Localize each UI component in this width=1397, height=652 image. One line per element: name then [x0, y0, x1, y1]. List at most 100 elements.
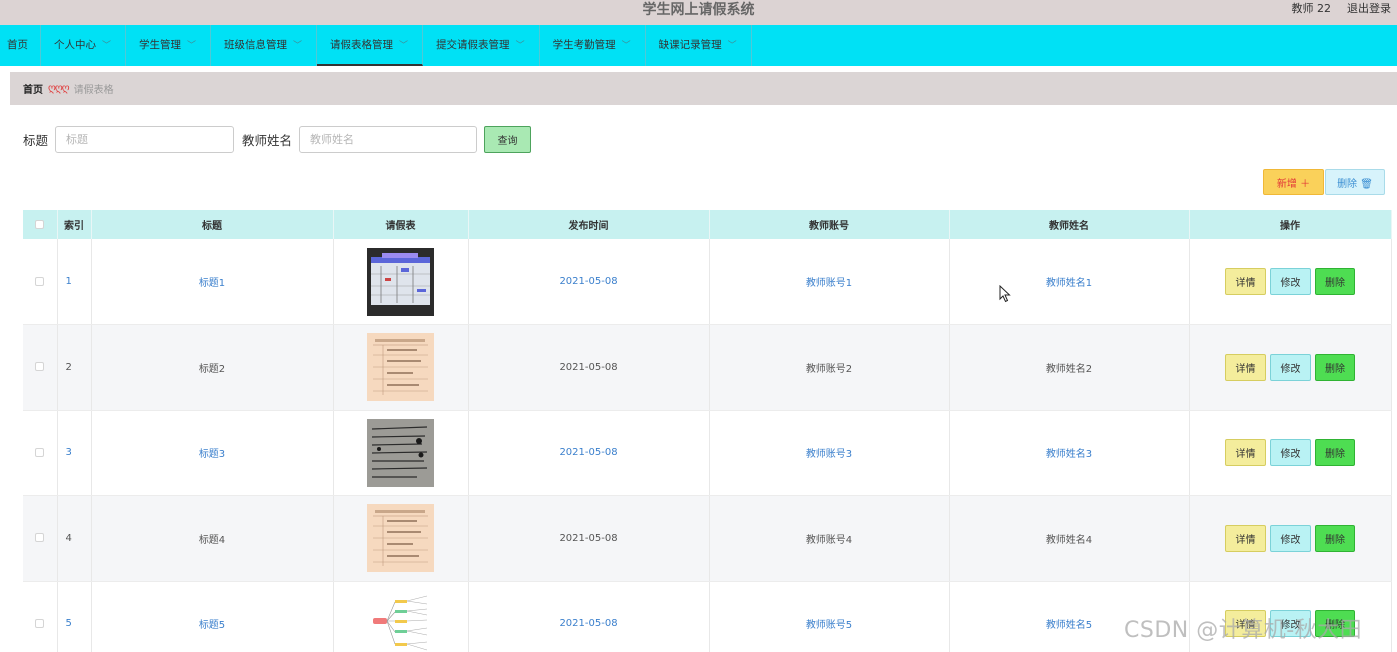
row-index: 5 — [57, 581, 92, 652]
nav-item-student-management[interactable]: 学生管理 ﹀ — [126, 25, 212, 66]
delete-button[interactable]: 删除 — [1315, 439, 1355, 467]
row-checkbox[interactable] — [35, 533, 45, 543]
batch-delete-button[interactable]: 删除 🗑 — [1325, 169, 1385, 195]
add-button[interactable]: 新增 ＋ — [1263, 169, 1324, 195]
row-index: 3 — [57, 410, 92, 496]
row-publish-time: 2021-05-08 — [468, 581, 710, 652]
logout-link[interactable]: 退出登录 — [1347, 0, 1391, 18]
row-operations: 详情 修改 删除 — [1189, 410, 1392, 496]
nav-item-label: 个人中心 — [54, 39, 96, 51]
title-input[interactable] — [55, 126, 235, 153]
title-label: 标题 — [23, 133, 49, 148]
detail-button[interactable]: 详情 — [1225, 524, 1266, 552]
leave-form-thumbnail[interactable] — [367, 333, 434, 402]
edit-button[interactable]: 修改 — [1270, 439, 1311, 467]
row-select-cell[interactable] — [23, 581, 58, 652]
leave-form-thumbnail[interactable] — [367, 504, 434, 573]
nav-item-attendance-management[interactable]: 学生考勤管理 ﹀ — [540, 25, 646, 66]
table-row: 2 标题2 2021-05-08 教师账号2 教师姓名2 详情 修改 删除 — [23, 324, 1392, 411]
row-select-cell[interactable] — [23, 410, 58, 496]
chevron-down-icon: ﹀ — [727, 41, 737, 51]
watermark: CSDN @计算机-秋大田 — [1124, 618, 1363, 643]
breadcrumb-current: 请假表格 — [73, 85, 114, 96]
teacher-name-input[interactable] — [299, 126, 478, 153]
chevron-down-icon: ﹀ — [293, 41, 303, 51]
row-select-cell[interactable] — [23, 495, 58, 582]
row-operations: 详情 修改 删除 — [1189, 495, 1392, 582]
select-all-checkbox[interactable] — [35, 219, 45, 229]
row-teacher-account: 教师账号1 — [709, 239, 950, 325]
edit-button[interactable]: 修改 — [1270, 524, 1311, 552]
row-teacher-name: 教师姓名2 — [949, 324, 1190, 411]
row-index: 1 — [57, 239, 92, 325]
column-header-leave-form: 请假表 — [333, 210, 469, 239]
row-index: 4 — [57, 495, 92, 582]
chevron-down-icon: ﹀ — [102, 41, 112, 51]
row-teacher-account: 教师账号3 — [709, 410, 950, 496]
breadcrumb-home[interactable]: 首页 — [23, 81, 43, 96]
leave-form-table: 索引 标题 请假表 发布时间 教师账号 教师姓名 操作 1 标题1 2021-0… — [23, 210, 1392, 652]
nav-item-personal-center[interactable]: 个人中心 ﹀ — [41, 25, 127, 66]
table-row: 4 标题4 2021-05-08 教师账号4 教师姓名4 详情 修改 删除 — [23, 495, 1392, 582]
nav-item-label: 学生考勤管理 — [552, 39, 616, 51]
current-user: 教师 22 — [1291, 2, 1332, 15]
title-bar: 学生网上请假系统 教师 22 退出登录 — [0, 0, 1397, 25]
edit-button[interactable]: 修改 — [1270, 268, 1311, 295]
leave-form-thumbnail[interactable] — [367, 247, 434, 316]
delete-button[interactable]: 删除 — [1315, 353, 1355, 381]
leave-form-thumbnail[interactable] — [367, 418, 434, 487]
query-button[interactable]: 查询 — [484, 126, 532, 153]
nav-item-submit-leave-management[interactable]: 提交请假表管理 ﹀ — [423, 25, 540, 66]
column-header-index: 索引 — [57, 210, 92, 239]
delete-button[interactable]: 删除 — [1315, 524, 1355, 552]
row-select-cell[interactable] — [23, 239, 58, 325]
top-nav: 首页 个人中心 ﹀ 学生管理 ﹀ 班级信息管理 ﹀ 请假表格管理 ﹀ 提交请假表管理 ﹀ … — [0, 25, 1397, 66]
row-select-cell[interactable] — [23, 324, 58, 411]
select-all-cell[interactable] — [23, 210, 58, 239]
nav-item-leave-form-management[interactable]: 请假表格管理 ﹀ — [317, 25, 424, 66]
table-row: 1 标题1 2021-05-08 教师账号1 教师姓名1 详情 修改 删除 — [23, 239, 1392, 325]
nav-item-label: 班级信息管理 — [224, 39, 288, 51]
row-publish-time: 2021-05-08 — [468, 495, 710, 582]
row-teacher-account: 教师账号2 — [709, 324, 950, 411]
system-title: 学生网上请假系统 — [642, 2, 755, 18]
row-leave-form-cell — [333, 410, 469, 496]
row-title: 标题1 — [91, 239, 334, 325]
search-bar: 标题 教师姓名 查询 — [23, 126, 532, 153]
row-title: 标题4 — [91, 495, 334, 582]
nav-item-label: 请假表格管理 — [330, 39, 394, 51]
row-teacher-account: 教师账号5 — [709, 581, 950, 652]
detail-button[interactable]: 详情 — [1225, 268, 1266, 295]
teacher-name-label: 教师姓名 — [242, 133, 293, 148]
row-checkbox[interactable] — [35, 276, 45, 286]
row-checkbox[interactable] — [35, 362, 45, 372]
row-teacher-account: 教师账号4 — [709, 495, 950, 582]
row-checkbox[interactable] — [35, 447, 45, 457]
row-operations: 详情 修改 删除 — [1189, 239, 1392, 325]
nav-item-home[interactable]: 首页 — [0, 25, 41, 66]
row-title: 标题5 — [91, 581, 334, 652]
column-header-title: 标题 — [91, 210, 334, 239]
row-teacher-name: 教师姓名1 — [949, 239, 1190, 325]
nav-item-class-management[interactable]: 班级信息管理 ﹀ — [211, 25, 318, 66]
detail-button[interactable]: 详情 — [1225, 439, 1266, 467]
row-publish-time: 2021-05-08 — [468, 324, 710, 411]
nav-item-label: 首页 — [7, 39, 28, 51]
leave-form-thumbnail[interactable] — [367, 589, 434, 652]
row-publish-time: 2021-05-08 — [468, 410, 710, 496]
delete-button[interactable]: 删除 — [1315, 268, 1355, 295]
nav-item-absence-management[interactable]: 缺课记录管理 ﹀ — [646, 25, 752, 66]
table-row: 3 标题3 2021-05-08 教师账号3 教师姓名3 详情 修改 删除 — [23, 410, 1392, 496]
row-leave-form-cell — [333, 495, 469, 582]
table-header-row: 索引 标题 请假表 发布时间 教师账号 教师姓名 操作 — [23, 210, 1392, 239]
edit-button[interactable]: 修改 — [1270, 353, 1311, 381]
column-header-teacher-name: 教师姓名 — [949, 210, 1190, 239]
table-actions: 新增 ＋ 删除 🗑 — [1263, 169, 1385, 195]
row-checkbox[interactable] — [35, 618, 45, 628]
breadcrumb-separator: ღღღ — [48, 83, 70, 94]
chevron-down-icon: ﹀ — [621, 41, 631, 51]
chevron-down-icon: ﹀ — [399, 41, 409, 51]
chevron-down-icon: ﹀ — [515, 41, 525, 51]
row-leave-form-cell — [333, 239, 469, 325]
detail-button[interactable]: 详情 — [1225, 353, 1266, 381]
